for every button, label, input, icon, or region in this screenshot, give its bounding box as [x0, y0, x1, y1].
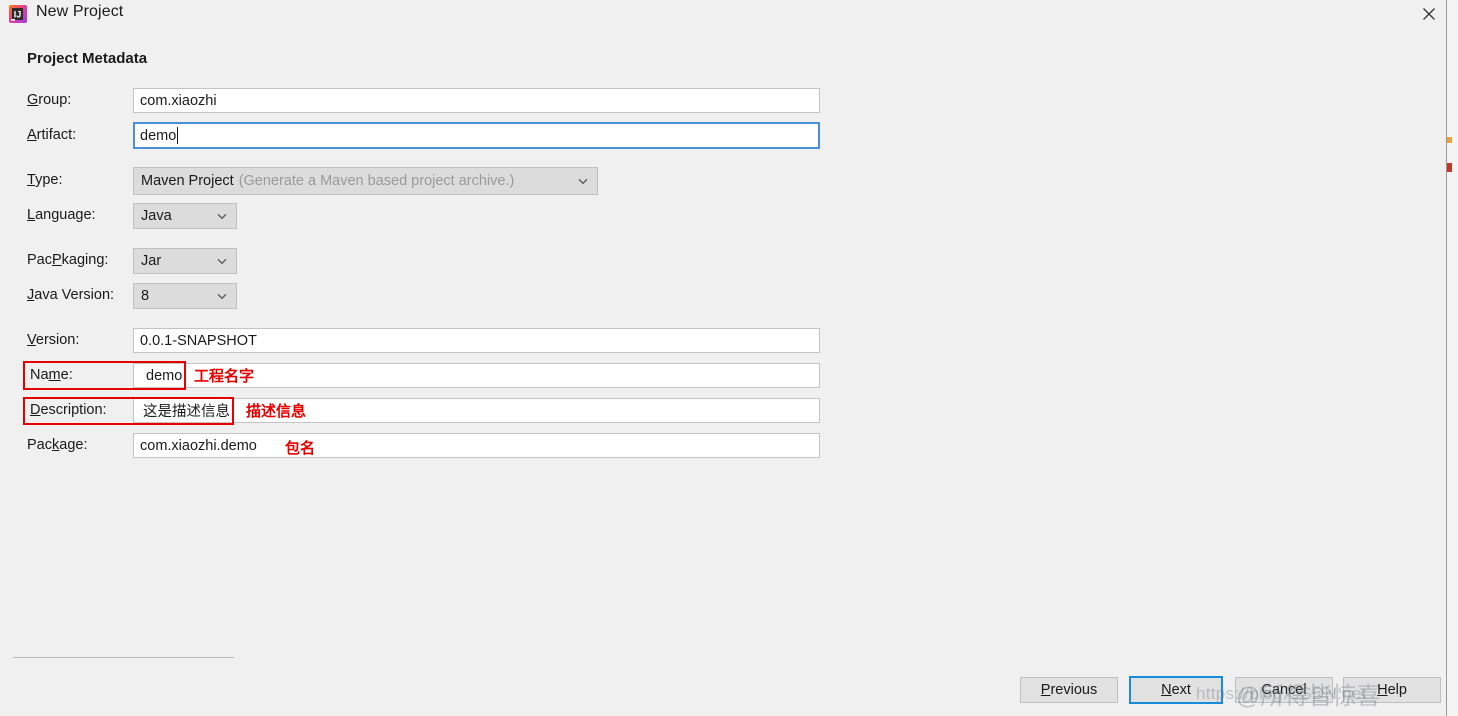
packaging-label-rest: kaging: [61, 252, 109, 268]
language-combobox-value: Java [141, 208, 172, 224]
window-title: New Project [36, 3, 124, 20]
new-project-dialog: IJ New Project Project Metadata Group: c… [0, 0, 1458, 716]
next-button-label-rest: ext [1171, 682, 1191, 698]
edge-marker-warning [1447, 137, 1452, 143]
cancel-button[interactable]: Cancel [1235, 677, 1333, 703]
language-label-rest: anguage: [35, 207, 96, 223]
artifact-label-mnemonic: A [27, 127, 37, 143]
svg-text:IJ: IJ [14, 10, 22, 20]
title-bar: IJ New Project [0, 0, 1458, 30]
next-button-mnemonic: N [1161, 682, 1172, 698]
type-label-rest: ype: [35, 172, 63, 188]
language-label: Language: [27, 207, 96, 223]
description-label: Description: [30, 402, 107, 418]
chevron-down-icon [216, 290, 228, 302]
group-label-mnemonic: G [27, 92, 39, 108]
previous-button[interactable]: Previous [1020, 677, 1118, 703]
page-title: Project Metadata [27, 50, 148, 67]
type-combobox-value: Maven Project [141, 173, 234, 189]
cancel-button-label: Cancel [1261, 682, 1307, 698]
name-label-rest: e: [60, 367, 73, 383]
packaging-combobox[interactable]: Jar [133, 248, 237, 274]
next-button[interactable]: Next [1129, 676, 1223, 704]
package-label: Package: [27, 437, 87, 453]
name-annotation-text: 工程名字 [194, 368, 255, 385]
previous-button-mnemonic: P [1040, 682, 1051, 698]
package-annotation-text: 包名 [285, 440, 316, 457]
java-version-combobox-value: 8 [141, 288, 150, 304]
group-label: Group: [27, 92, 71, 108]
type-combobox[interactable]: Maven Project (Generate a Maven based pr… [133, 167, 598, 195]
packaging-combobox-value: Jar [141, 253, 162, 269]
intellij-idea-icon: IJ [8, 4, 28, 24]
chevron-down-icon [216, 255, 228, 267]
group-input-value: com.xiaozhi [140, 92, 217, 109]
description-input[interactable]: 这是描述信息 [133, 398, 820, 423]
previous-button-label-rest: revious [1050, 682, 1098, 698]
artifact-label: Artifact: [27, 127, 76, 143]
name-label: Name: [30, 367, 73, 383]
package-input-value: com.xiaozhi.demo [140, 437, 257, 454]
language-combobox[interactable]: Java [133, 203, 237, 229]
java-version-label-rest: ava Version: [34, 287, 115, 303]
group-label-rest: roup: [38, 92, 72, 108]
help-button[interactable]: Help [1343, 677, 1441, 703]
chevron-down-icon [216, 210, 228, 222]
version-label-rest: ersion: [35, 332, 80, 348]
type-label: Type: [27, 172, 62, 188]
description-label-rest: escription: [40, 402, 107, 418]
packaging-label: PacPkaging: [27, 252, 108, 268]
version-input-value: 0.0.1-SNAPSHOT [140, 332, 257, 349]
edge-marker-error [1447, 163, 1452, 172]
help-button-mnemonic: H [1377, 682, 1388, 698]
type-combobox-hint: (Generate a Maven based project archive.… [238, 173, 515, 189]
package-label-pre: Pac [27, 437, 52, 453]
description-label-mnemonic: D [30, 402, 41, 418]
description-input-value: 这是描述信息 [143, 404, 230, 420]
chevron-down-icon [577, 175, 589, 187]
package-input[interactable]: com.xiaozhi.demo [133, 433, 820, 458]
name-input-value: demo [146, 367, 183, 384]
description-annotation-text: 描述信息 [246, 403, 307, 420]
right-pane-sliver [1447, 0, 1458, 716]
right-edge-line [1446, 0, 1447, 716]
java-version-label: Java Version: [27, 287, 114, 303]
help-button-label-rest: elp [1387, 682, 1407, 698]
package-label-rest: age: [59, 437, 88, 453]
version-label: Version: [27, 332, 79, 348]
artifact-input[interactable]: demo [133, 122, 820, 149]
version-label-mnemonic: V [27, 332, 36, 348]
text-caret [177, 127, 179, 144]
language-label-mnemonic: L [27, 207, 36, 223]
artifact-input-value: demo [140, 127, 177, 144]
group-input[interactable]: com.xiaozhi [133, 88, 820, 113]
type-label-mnemonic: T [27, 172, 36, 188]
packaging-label-mnemonic: P [52, 252, 62, 268]
artifact-label-rest: rtifact: [36, 127, 77, 143]
bottom-divider [13, 657, 234, 658]
name-label-pre: Na [30, 367, 49, 383]
packaging-label-pre: Pac [27, 252, 52, 268]
java-version-combobox[interactable]: 8 [133, 283, 237, 309]
name-label-mnemonic: m [48, 367, 61, 383]
version-input[interactable]: 0.0.1-SNAPSHOT [133, 328, 820, 353]
